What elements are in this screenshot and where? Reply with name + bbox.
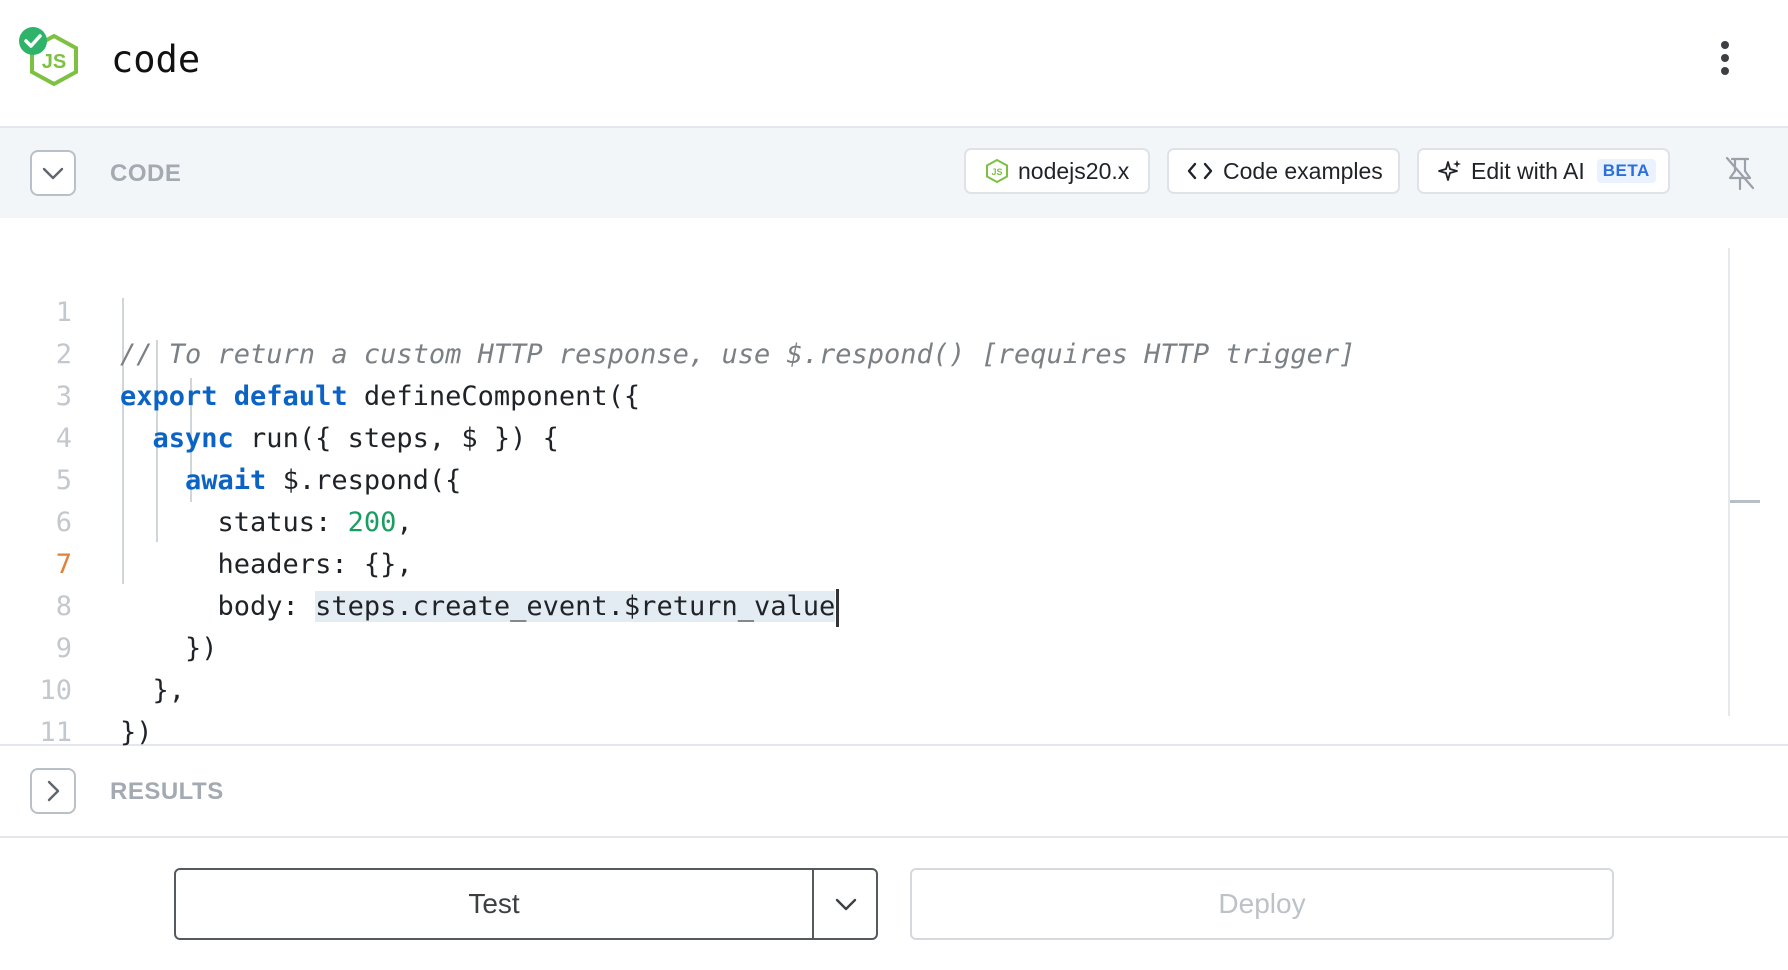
code-line: 8 }) (0, 544, 1720, 664)
edit-with-ai-button[interactable]: Edit with AI BETA (1417, 148, 1670, 194)
expand-results-button[interactable] (30, 768, 76, 814)
nodejs-icon: JS (986, 158, 1008, 184)
svg-text:JS: JS (991, 167, 1002, 177)
code-section-header: CODE JS nodejs20.x Code examples Edit wi… (0, 128, 1788, 218)
svg-text:JS: JS (42, 51, 66, 73)
code-section-label: CODE (110, 160, 182, 187)
code-line-active: 7 body: steps.create_event.$return_value (0, 502, 1720, 627)
code-examples-button[interactable]: Code examples (1167, 148, 1400, 194)
edit-with-ai-label: Edit with AI (1471, 157, 1585, 184)
code-line: 3 async run({ steps, $ }) { (0, 334, 1720, 454)
collapse-code-button[interactable] (30, 150, 76, 196)
sparkles-icon (1438, 160, 1461, 181)
chevron-down-icon (42, 167, 64, 180)
beta-badge: BETA (1596, 159, 1656, 183)
pin-off-icon[interactable] (1720, 153, 1760, 193)
chevron-down-icon (835, 898, 857, 911)
step-title[interactable]: code (111, 38, 200, 81)
code-line: 5 status: 200, (0, 418, 1720, 538)
test-options-dropdown[interactable] (812, 868, 878, 940)
code-line: 11 (0, 670, 1720, 748)
code-line: 1 // To return a custom HTTP response, u… (0, 250, 1720, 370)
scrollbar-cursor-marker (1730, 500, 1760, 503)
step-header: JS code (0, 0, 1788, 128)
code-examples-label: Code examples (1223, 157, 1383, 184)
code-line: 10 }) (0, 628, 1720, 748)
runtime-button[interactable]: JS nodejs20.x (964, 148, 1150, 194)
chevron-right-icon (47, 780, 60, 802)
code-line: 9 }, (0, 586, 1720, 706)
runtime-label: nodejs20.x (1018, 157, 1130, 184)
code-brackets-icon (1187, 162, 1213, 180)
test-button[interactable]: Test (174, 868, 814, 940)
deploy-button[interactable]: Deploy (910, 868, 1614, 940)
code-text: }) (120, 717, 153, 748)
results-section-header: RESULTS (0, 746, 1788, 838)
code-editor[interactable]: 1 // To return a custom HTTP response, u… (0, 218, 1788, 748)
results-section-label: RESULTS (110, 778, 224, 805)
kebab-menu-icon[interactable] (1710, 36, 1740, 86)
nodejs-icon: JS (18, 26, 80, 88)
check-circle-icon (19, 27, 47, 55)
code-line: 6 headers: {}, (0, 460, 1720, 580)
editor-scrollbar[interactable] (1728, 248, 1730, 716)
code-line: 2 export default defineComponent({ (0, 292, 1720, 412)
code-line: 4 await $.respond({ (0, 376, 1720, 496)
action-footer: Test Deploy (0, 838, 1788, 970)
